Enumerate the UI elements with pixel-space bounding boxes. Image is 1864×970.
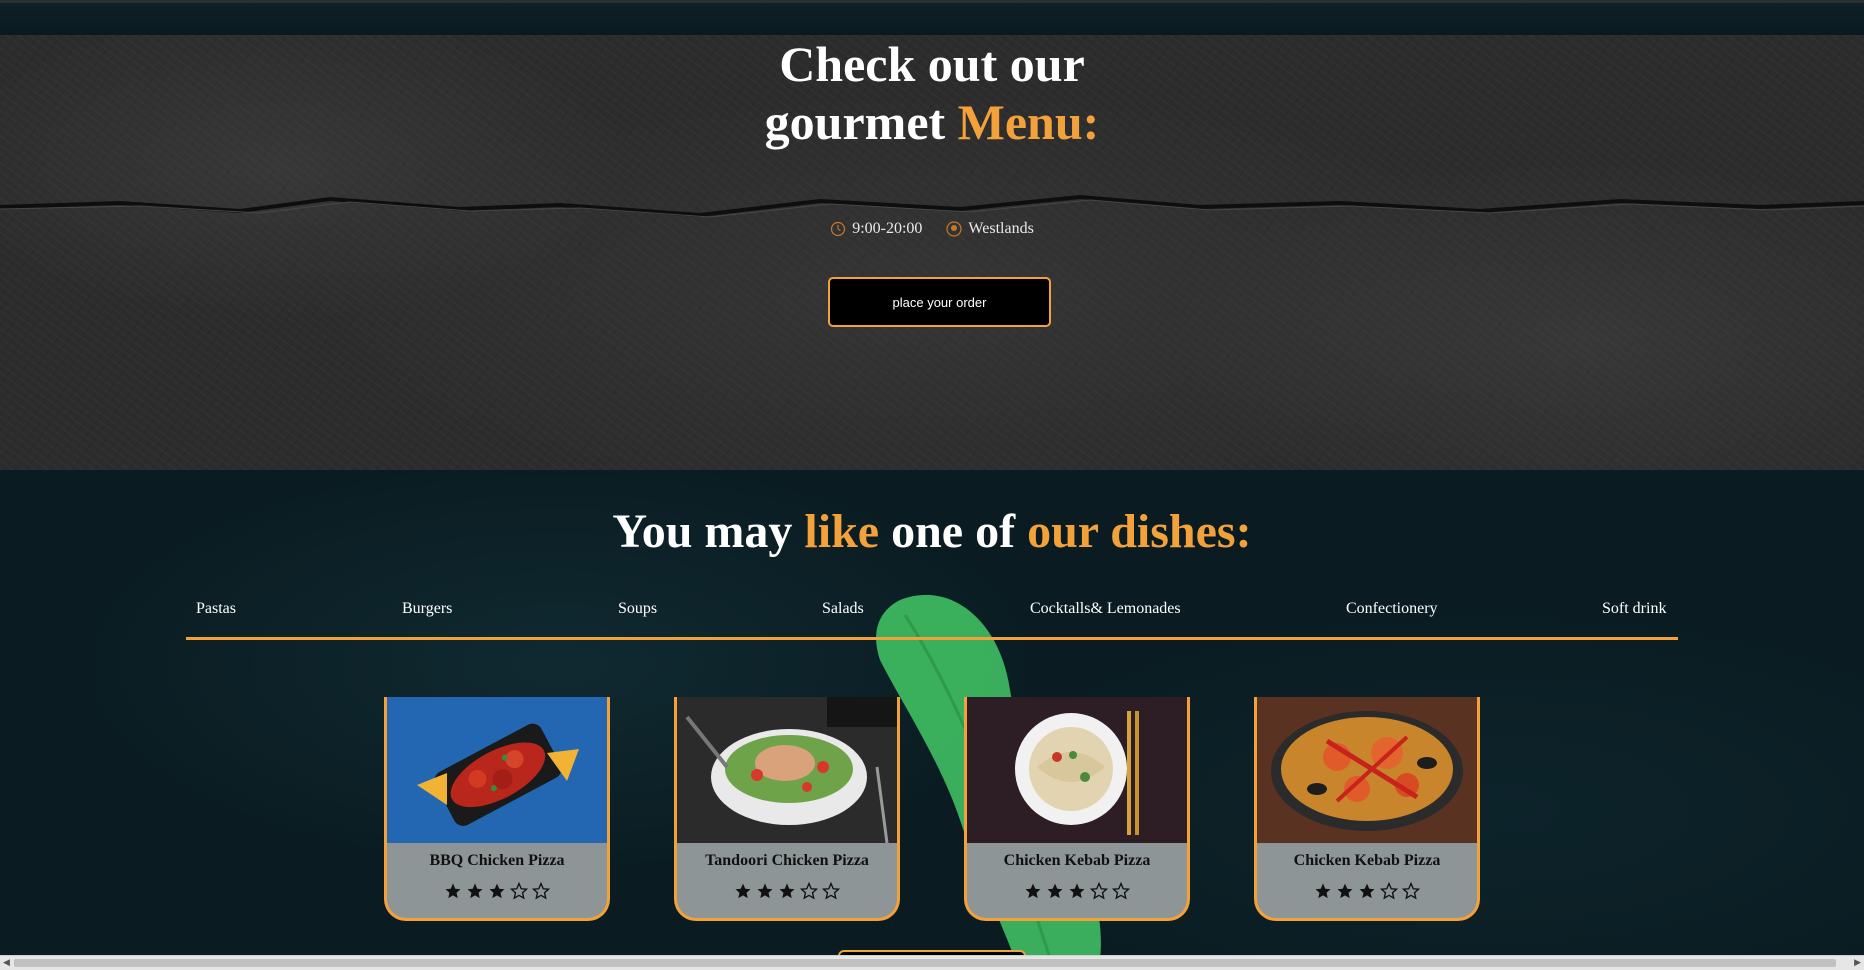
dishes-section: You may like one of our dishes: Pastas B… [0,470,1864,956]
dish-image [1257,697,1477,843]
dish-name: Chicken Kebab Pizza [1293,852,1441,869]
star-empty-icon[interactable] [1112,882,1130,900]
hours-text: 9:00-20:00 [852,220,923,237]
star-rating [677,882,897,900]
star-empty-icon[interactable] [822,882,840,900]
star-filled-icon[interactable] [1336,882,1354,900]
star-filled-icon[interactable] [488,882,506,900]
star-filled-icon[interactable] [444,882,462,900]
tab-soups[interactable]: Soups [618,600,657,618]
star-empty-icon[interactable] [532,882,550,900]
hero-section: Check out our gourmet Menu: 9:00-20:00 W… [0,35,1864,470]
hero-title-line1: Check out our [779,36,1085,92]
star-empty-icon[interactable] [800,882,818,900]
dish-image [677,697,897,843]
star-filled-icon[interactable] [1024,882,1042,900]
hero-title: Check out our gourmet Menu: [0,35,1864,151]
tab-salads[interactable]: Salads [822,600,864,618]
dish-image [967,697,1187,843]
dishes-title-part4: our dishes: [1027,505,1252,558]
star-filled-icon[interactable] [778,882,796,900]
star-filled-icon[interactable] [1068,882,1086,900]
top-strip [0,0,1864,35]
dishes-title-part2: like [804,505,880,558]
dish-card[interactable]: Tandoori Chicken Pizza [674,697,900,921]
star-filled-icon[interactable] [1358,882,1376,900]
dishes-title-part3: one of [879,505,1028,558]
scroll-right-icon[interactable]: ▶ [1854,958,1861,968]
scrollbar-thumb[interactable] [14,959,1836,967]
star-filled-icon[interactable] [466,882,484,900]
location: Westlands [946,220,1034,238]
wall-crack-decoration [0,194,1864,218]
category-tabs: Pastas Burgers Soups Salads Cocktalls& L… [186,600,1678,640]
tab-cocktails-lemonades[interactable]: Cocktalls& Lemonades [1030,600,1181,618]
scroll-left-icon[interactable]: ◀ [3,958,10,968]
dish-card[interactable]: Chicken Kebab Pizza [964,697,1190,921]
star-filled-icon[interactable] [1046,882,1064,900]
tab-soft-drink[interactable]: Soft drink [1602,600,1666,618]
star-rating [1257,882,1477,900]
star-filled-icon[interactable] [756,882,774,900]
star-empty-icon[interactable] [1380,882,1398,900]
place-order-button[interactable]: place your order [828,277,1051,327]
star-empty-icon[interactable] [510,882,528,900]
location-text: Westlands [968,220,1034,237]
star-rating [967,882,1187,900]
star-empty-icon[interactable] [1402,882,1420,900]
horizontal-scrollbar[interactable]: ◀ ▶ [0,955,1864,970]
info-bar: 9:00-20:00 Westlands [0,220,1864,238]
dish-image [387,697,607,843]
dishes-title-part1: You may [612,505,805,558]
clock-icon [831,221,846,237]
tab-pastas[interactable]: Pastas [196,600,236,618]
tab-burgers[interactable]: Burgers [402,600,452,618]
location-pin-icon [946,221,963,237]
star-empty-icon[interactable] [1090,882,1108,900]
dish-name: Chicken Kebab Pizza [1003,852,1151,869]
dishes-title: You may like one of our dishes: [0,502,1864,562]
star-rating [387,882,607,900]
star-filled-icon[interactable] [734,882,752,900]
tab-confectionery[interactable]: Confectionery [1346,600,1438,618]
star-filled-icon[interactable] [1314,882,1332,900]
dish-card[interactable]: BBQ Chicken Pizza [384,697,610,921]
dish-card[interactable]: Chicken Kebab Pizza [1254,697,1480,921]
opening-hours: 9:00-20:00 [830,220,922,238]
hero-title-accent: Menu: [957,94,1100,150]
hero-title-plain: gourmet [764,94,958,150]
dish-name: BBQ Chicken Pizza [429,852,565,869]
dish-name: Tandoori Chicken Pizza [705,852,869,869]
hero-title-line2: gourmet Menu: [0,93,1864,151]
